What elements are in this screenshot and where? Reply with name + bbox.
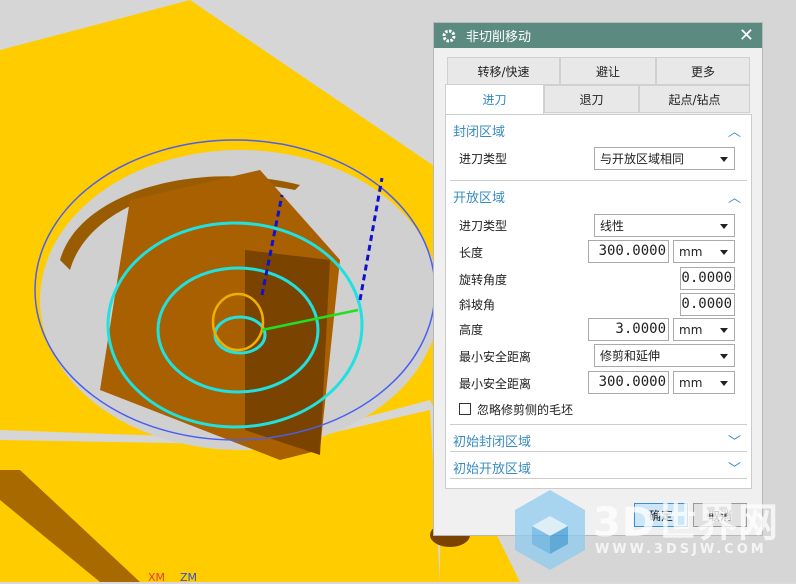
tab-avoidance[interactable]: 避让 bbox=[560, 57, 656, 85]
tab-transfer-rapid[interactable]: 转移/快速 bbox=[447, 57, 560, 85]
height-label: 高度 bbox=[459, 323, 484, 337]
watermark: 3D世界网 WWW.3DSJW.COM bbox=[513, 488, 793, 578]
tab-retract[interactable]: 退刀 bbox=[544, 85, 639, 113]
watermark-url: WWW.3DSJW.COM bbox=[595, 542, 767, 557]
chevron-up-icon[interactable]: ︿ bbox=[728, 187, 741, 206]
height-input[interactable]: 3.0000 bbox=[588, 318, 669, 341]
section-header: 开放区域 bbox=[453, 190, 506, 206]
divider bbox=[450, 180, 747, 181]
section-header: 封闭区域 bbox=[453, 124, 506, 140]
divider bbox=[450, 451, 747, 452]
min-clearance-unit-select[interactable]: mm bbox=[673, 371, 735, 394]
chevron-down-icon[interactable]: ﹀ bbox=[728, 458, 741, 477]
tab-start-drill-points[interactable]: 起点/钻点 bbox=[639, 85, 750, 113]
tab-engage[interactable]: 进刀 bbox=[445, 84, 544, 114]
section-header: 初始开放区域 bbox=[453, 461, 532, 477]
close-icon[interactable]: ✕ bbox=[739, 26, 754, 45]
rotation-angle-input[interactable]: 0.0000 bbox=[680, 267, 735, 290]
length-label: 长度 bbox=[459, 246, 484, 260]
height-unit-select[interactable]: mm bbox=[673, 318, 735, 341]
section-closed-area[interactable]: 封闭区域 ︿ bbox=[450, 118, 747, 142]
chevron-up-icon[interactable]: ︿ bbox=[728, 121, 741, 140]
ignore-blank-label: 忽略修剪侧的毛坯 bbox=[477, 403, 574, 417]
ramp-angle-input[interactable]: 0.0000 bbox=[680, 293, 735, 316]
axis-label-xm: XM bbox=[148, 571, 166, 584]
section-initial-open-area[interactable]: 初始开放区域 ﹀ bbox=[450, 455, 747, 479]
watermark-logo-icon bbox=[515, 490, 585, 570]
length-unit-select[interactable]: mm bbox=[673, 240, 735, 263]
divider bbox=[450, 478, 747, 479]
section-initial-closed-area[interactable]: 初始封闭区域 ﹀ bbox=[450, 428, 747, 452]
chevron-down-icon[interactable]: ﹀ bbox=[728, 431, 741, 450]
dialog-title: 非切削移动 bbox=[466, 30, 532, 45]
ignore-blank-checkbox[interactable] bbox=[459, 403, 471, 415]
min-clearance-value-label: 最小安全距离 bbox=[459, 377, 532, 391]
open-entry-type-select[interactable]: 线性 bbox=[594, 214, 735, 237]
min-clearance-mode-select[interactable]: 修剪和延伸 bbox=[594, 344, 735, 367]
open-entry-type-label: 进刀类型 bbox=[459, 219, 508, 233]
watermark-brand: 3D世界网 bbox=[593, 500, 780, 546]
min-clearance-label: 最小安全距离 bbox=[459, 350, 532, 364]
axis-label-zm: ZM bbox=[180, 571, 198, 584]
closed-entry-type-select[interactable]: 与开放区域相同 bbox=[594, 147, 735, 170]
gear-icon bbox=[442, 29, 456, 42]
ramp-angle-label: 斜坡角 bbox=[459, 298, 496, 312]
length-input[interactable]: 300.0000 bbox=[588, 240, 669, 263]
rotation-angle-label: 旋转角度 bbox=[459, 273, 508, 287]
divider bbox=[450, 424, 747, 425]
min-clearance-input[interactable]: 300.0000 bbox=[588, 371, 669, 394]
section-open-area[interactable]: 开放区域 ︿ bbox=[450, 184, 747, 208]
dialog-title-bar[interactable]: 非切削移动 ✕ bbox=[434, 23, 762, 48]
non-cutting-moves-dialog: 非切削移动 ✕ 转移/快速 避让 更多 进刀 退刀 起点/钻点 封闭区域 ︿ 进刀… bbox=[433, 22, 763, 536]
section-header: 初始封闭区域 bbox=[453, 434, 532, 450]
tab-more[interactable]: 更多 bbox=[656, 57, 750, 85]
engage-panel: 封闭区域 ︿ 进刀类型 与开放区域相同 开放区域 ︿ 进刀类型 线性 长度 300.… bbox=[445, 114, 752, 489]
closed-entry-type-label: 进刀类型 bbox=[459, 152, 508, 166]
